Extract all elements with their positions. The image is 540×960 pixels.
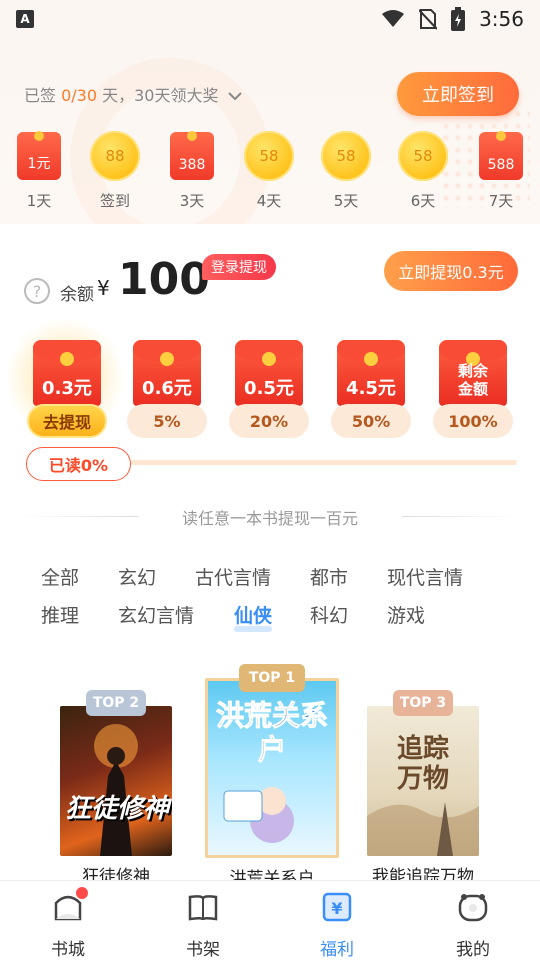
reward-amount: 0.5元 [244,378,294,399]
category-tab[interactable]: 仙侠 [234,601,273,632]
nav-item-profile[interactable]: 我的 [433,891,513,960]
svg-text:¥: ¥ [331,899,342,918]
reward-envelope: 0.3元 [33,340,101,406]
reward-envelope: 剩余 金额 [439,340,507,406]
cover-title: 狂徒修神 [64,794,169,824]
reward-amount: 0.6元 [142,378,192,399]
welfare-icon: ¥ [322,892,352,922]
balance-label: 余额 [60,285,94,305]
book-ranking: 狂徒修神 TOP 2 狂徒修神 洪荒关系户 TOP 1 洪荒关系户 追踪万物 T… [0,640,540,880]
book-title[interactable]: 我能追踪万物 [357,862,489,880]
rank-badge: TOP 1 [239,664,305,692]
nav-label: 福利 [320,940,354,960]
login-withdraw-badge[interactable]: 登录提现 [202,254,276,280]
category-tab[interactable]: 玄幻言情 [118,601,194,628]
chevron-down-icon[interactable] [227,91,242,101]
profile-icon [458,894,488,922]
checkin-days: 1元 1天 88 签到 388 3天 58 4天 58 5天 58 6天 588 7天 [0,128,540,218]
red-envelope-icon: 388 [170,131,214,180]
promo-text: 读任意一本书提现一百元 [181,509,358,528]
rank-badge: TOP 2 [86,690,146,716]
cover-art [94,724,138,856]
balance-amount: 100 [118,254,210,305]
reward-threshold: 5% [127,404,207,438]
wifi-icon [382,10,405,27]
checkin-progress: 0/30 [61,86,98,105]
category-tab[interactable]: 推理 [41,601,79,628]
checkin-prefix: 已签 [24,86,62,105]
currency-symbol: ¥ [97,276,110,300]
reward-amount: 4.5元 [346,378,396,399]
reward-card[interactable]: 剩余 金额 100% [433,340,513,438]
checkin-button[interactable]: 立即签到 [397,72,519,116]
bottom-nav: 书城 书架 ¥ 福利 我的 [0,880,540,960]
nav-item-welfare[interactable]: ¥ 福利 [297,891,377,960]
category-tab[interactable]: 科幻 [310,601,348,628]
clock: 3:56 [479,7,524,31]
reward-card[interactable]: 0.5元 20% [229,340,309,438]
book-cover[interactable]: 洪荒关系户 [205,678,339,858]
red-envelope-icon: 1元 [17,131,61,180]
checkin-day-label: 3天 [179,192,205,210]
reward-envelope: 0.5元 [235,340,303,406]
withdraw-now-button[interactable]: 去提现 [27,404,107,438]
nav-label: 我的 [456,940,490,960]
reward-envelope: 4.5元 [337,340,405,406]
balance-section: ? 余额 ¥ 100 登录提现 立即提现0.3元 [0,224,540,324]
no-sim-icon [419,9,438,30]
cover-title: 追踪万物 [397,734,450,794]
category-tab[interactable]: 玄幻 [118,563,156,590]
category-tab[interactable]: 游戏 [387,601,425,628]
category-tab[interactable]: 现代言情 [387,563,463,590]
reward-ladder: 0.3元去提现 0.6元 5% 0.5元 20% 4.5元 50% 剩余 金额 100% 已读0… [0,318,540,481]
reward-threshold: 100% [433,404,513,438]
read-progress-bar [131,460,517,465]
reward-card[interactable]: 0.3元去提现 [5,318,125,438]
checkin-day-label: 7天 [488,192,514,210]
checkin-status[interactable]: 已签 0/30 天，30天领大奖 [24,82,242,106]
status-bar: A 3:56 [0,0,540,38]
checkin-day-label: 6天 [410,192,436,210]
coin-icon: 88 [90,131,140,181]
checkin-day-label: 签到 [99,192,130,210]
battery-icon [451,7,466,31]
notification-dot [76,887,88,899]
book-title[interactable]: 洪荒关系户 [205,864,339,880]
category-tab[interactable]: 古代言情 [195,563,271,590]
cover-title: 洪荒关系户 [215,699,328,767]
nav-item-bookshelf[interactable]: 书架 [163,891,243,960]
coin-icon: 58 [398,131,448,181]
book-cover[interactable]: 追踪万物 [367,706,479,856]
reward-amount: 0.3元 [42,378,92,399]
checkin-day-label: 4天 [256,192,282,210]
bookshelf-icon [188,895,218,921]
reward-card[interactable]: 4.5元 50% [331,340,411,438]
nav-label: 书城 [51,940,85,960]
help-icon[interactable]: ? [24,278,50,304]
checkin-day-label: 1天 [26,192,52,210]
reward-threshold: 50% [331,404,411,438]
divider-line [402,516,520,517]
category-tab[interactable]: 都市 [310,563,348,590]
book-title[interactable]: 狂徒修神 [60,862,172,880]
reward-threshold: 20% [229,404,309,438]
nav-label: 书架 [186,940,220,960]
reward-amount: 剩余 金额 [457,362,488,398]
read-progress-label: 已读0% [26,447,131,481]
book-cover[interactable]: 狂徒修神 [60,706,172,856]
nav-item-bookstore[interactable]: 书城 [28,887,108,960]
coin-icon: 58 [321,131,371,181]
red-envelope-icon: 588 [479,131,523,180]
notification-icon: A [16,10,34,28]
withdraw-button[interactable]: 立即提现0.3元 [384,251,518,291]
reward-card[interactable]: 0.6元 5% [127,340,207,438]
coin-icon: 58 [244,131,294,181]
checkin-day-label: 5天 [333,192,359,210]
rank-badge: TOP 3 [393,690,453,716]
checkin-suffix: 天，30天领大奖 [97,86,219,105]
checkin-panel: 已签 0/30 天，30天领大奖 立即签到 1元 1天 88 签到 388 3天 58 4天 5… [0,38,540,224]
reward-envelope: 0.6元 [133,340,201,406]
category-tab[interactable]: 全部 [41,563,79,590]
